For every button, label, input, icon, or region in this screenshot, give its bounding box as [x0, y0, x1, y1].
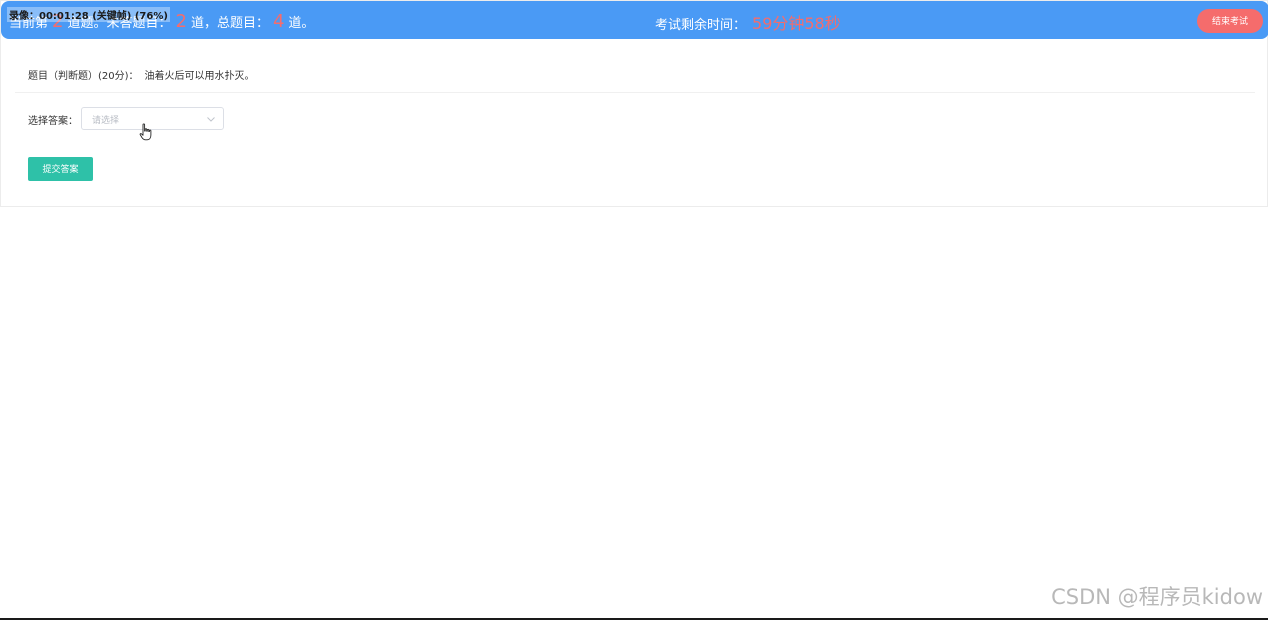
timer-value: 59分钟58秒	[752, 14, 841, 33]
exam-header-bar: 当前第 2 道题。未答题目： 2 道，总题目： 4 道。 录像：00:01:28…	[1, 1, 1268, 39]
question-text: 油着火后可以用水扑灭。	[144, 71, 255, 82]
question-row: 题目（判断题）(20分)： 油着火后可以用水扑灭。	[28, 67, 255, 82]
progress-suffix: 道。	[288, 16, 315, 31]
watermark: CSDN @程序员kidow	[1051, 585, 1263, 609]
exam-timer: 考试剩余时间： 59分钟58秒	[655, 10, 841, 34]
answer-label: 选择答案：	[28, 116, 78, 127]
question-meta: 题目（判断题）(20分)：	[28, 71, 139, 82]
divider	[15, 92, 1255, 93]
timer-label: 考试剩余时间：	[655, 18, 747, 33]
recording-overlay: 录像：00:01:28 (关键帧) (76%)	[7, 7, 170, 22]
exam-panel: 当前第 2 道题。未答题目： 2 道，总题目： 4 道。 录像：00:01:28…	[0, 0, 1268, 207]
exam-page: 当前第 2 道题。未答题目： 2 道，总题目： 4 道。 录像：00:01:28…	[0, 0, 1268, 620]
total-count: 4	[272, 11, 285, 32]
chevron-down-icon	[207, 117, 215, 122]
progress-total-label: 道，总题目：	[190, 16, 269, 31]
end-exam-button[interactable]: 结束考试	[1197, 9, 1263, 33]
hand-pointer-icon	[139, 123, 152, 141]
submit-answer-button[interactable]: 提交答案	[28, 157, 93, 181]
unanswered-count: 2	[175, 11, 187, 32]
answer-select-placeholder: 请选择	[92, 116, 120, 126]
